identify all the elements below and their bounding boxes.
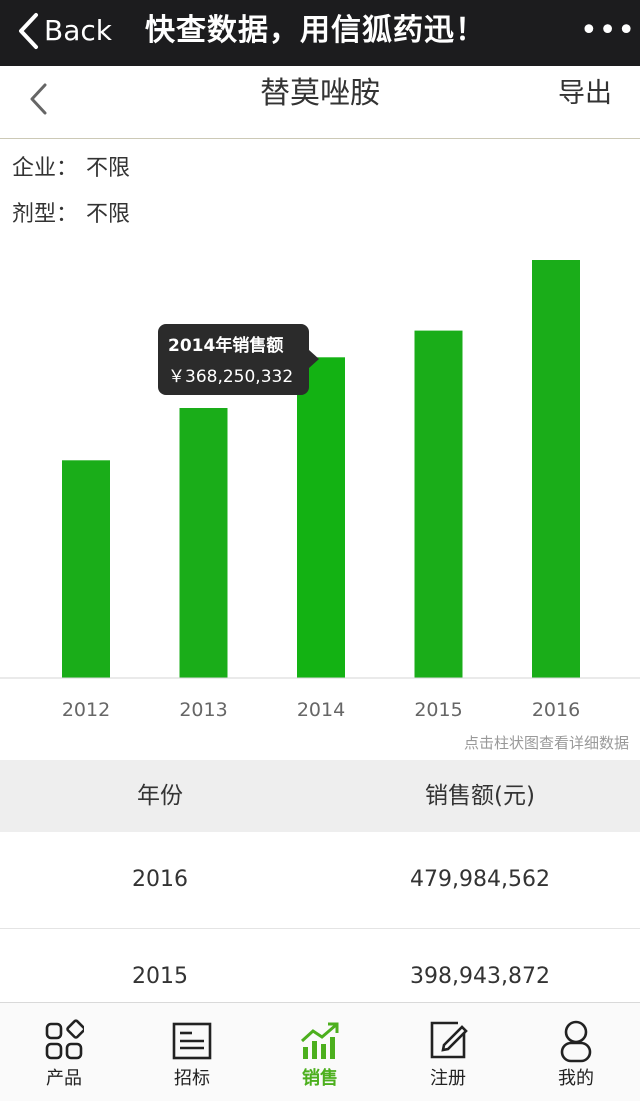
x-tick-label: 2015 [414, 699, 462, 721]
table-header: 年份 销售额(元) [0, 760, 640, 832]
dosage-filter[interactable]: 剂型： 不限 [12, 200, 130, 230]
tab-tender[interactable]: 招标 [128, 1003, 256, 1101]
export-button[interactable]: 导出 [558, 74, 612, 114]
x-tick-label: 2012 [62, 699, 110, 721]
bar-2012[interactable] [62, 460, 110, 678]
window-title: 快查数据，用信狐药迅！ [145, 13, 486, 48]
company-filter-value: 不限 [86, 156, 131, 181]
page-title: 替莫唑胺 [260, 76, 380, 111]
x-tick-label: 2013 [179, 699, 227, 721]
company-filter[interactable]: 企业： 不限 [12, 154, 130, 184]
chart-icon [300, 1022, 339, 1059]
tab-profile[interactable]: 我的 [512, 1003, 640, 1101]
tab-label: 产品 [46, 1068, 82, 1089]
document-icon [172, 1022, 212, 1060]
company-filter-label: 企业： [12, 156, 79, 181]
row-year: 2015 [132, 964, 188, 989]
tab-label: 注册 [430, 1068, 466, 1089]
chart-hint: 点击柱状图查看详细数据 [464, 734, 629, 752]
tab-label: 我的 [558, 1068, 594, 1089]
bar-2013[interactable] [179, 408, 228, 678]
table-row[interactable]: 2016 479,984,562 [0, 832, 640, 929]
col-sales-header: 销售额(元) [425, 783, 535, 809]
sales-bar-chart[interactable]: 2012 2013 2014 2015 2016 点击柱状图查看详细数据 [0, 240, 640, 760]
top-bar: Back 快查数据，用信狐药迅！ ••• [0, 0, 640, 66]
tab-register[interactable]: 注册 [384, 1003, 512, 1101]
x-tick-label: 2016 [532, 699, 580, 721]
person-icon [560, 1020, 592, 1063]
dosage-filter-label: 剂型： [12, 202, 79, 227]
tooltip-title: 2014年销售额 [168, 336, 284, 356]
bar-2015[interactable] [414, 330, 463, 678]
bar-2016[interactable] [532, 260, 580, 678]
grid-icon [45, 1019, 84, 1060]
nav-bar: 替莫唑胺 导出 [0, 66, 640, 139]
tab-sales[interactable]: 销售 [256, 1003, 384, 1101]
tab-bar: 产品 招标 销售 注册 我的 [0, 1002, 640, 1101]
x-tick-label: 2014 [297, 699, 345, 721]
dosage-filter-value: 不限 [86, 202, 131, 227]
chevron-left-icon[interactable] [16, 12, 40, 50]
row-year: 2016 [132, 867, 188, 892]
tab-products[interactable]: 产品 [0, 1003, 128, 1101]
row-sales: 398,943,872 [410, 964, 550, 989]
tooltip-value: ￥368,250,332 [168, 367, 294, 387]
tab-label: 销售 [302, 1068, 338, 1089]
tab-label: 招标 [174, 1068, 210, 1089]
chart-tooltip: 2014年销售额 ￥368,250,332 [158, 324, 319, 395]
bar-2014[interactable] [297, 357, 345, 678]
col-year-header: 年份 [137, 783, 183, 809]
back-button[interactable]: Back [44, 13, 112, 49]
row-sales: 479,984,562 [410, 867, 550, 892]
more-menu-button[interactable]: ••• [580, 16, 636, 46]
edit-icon [430, 1021, 468, 1059]
